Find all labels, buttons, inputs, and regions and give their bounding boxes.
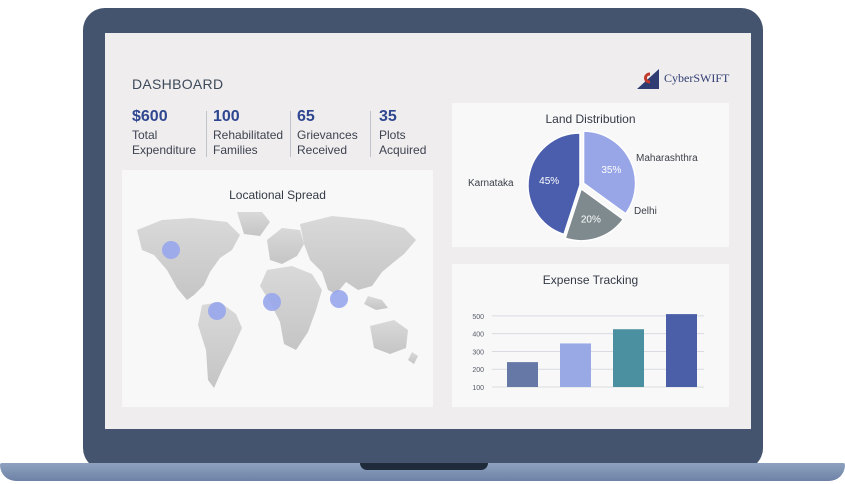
kpi-divider (370, 111, 371, 157)
kpi-label: Total (132, 128, 158, 142)
expense-bar[interactable] (666, 314, 697, 387)
expense-tracking-card: Expense Tracking 100 200 300 400 500 (452, 264, 729, 407)
pie-legend-label: Delhi (634, 206, 657, 217)
y-tick-label: 500 (472, 314, 484, 321)
brand-name: CyberSWIFT (664, 70, 730, 85)
kpi-total-expenditure: $600 Total Expenditure (132, 108, 196, 158)
dashboard-screen: DASHBOARD CyberSWIFT $600 Total Expendit… (105, 33, 751, 429)
map-marker-north-america[interactable] (162, 241, 180, 259)
map-marker-africa[interactable] (263, 293, 281, 311)
kpi-value: 100 (213, 108, 240, 125)
expense-bar-chart: 100 200 300 400 500 (472, 314, 704, 392)
brand-logo[interactable]: CyberSWIFT (635, 65, 729, 91)
map-marker-south-america[interactable] (208, 302, 226, 320)
land-distribution-card: Land Distribution 35% 20% 45% Maharashthra… (452, 103, 729, 247)
kpi-value: 65 (297, 108, 315, 125)
pie-legend-label: Maharashthra (636, 153, 698, 164)
y-tick-label: 300 (472, 349, 484, 356)
kpi-value: $600 (132, 108, 168, 125)
cyberswift-logo-icon (637, 69, 659, 89)
kpi-value: 35 (379, 108, 397, 125)
new-zealand-shape (408, 352, 418, 364)
pie-value-label: 35% (601, 165, 621, 176)
kpi-rehabilitated-families: 100 Rehabilitated Families (213, 108, 283, 158)
islands-shape (364, 296, 388, 310)
kpi-divider (290, 111, 291, 157)
expense-bar[interactable] (613, 329, 644, 387)
asia-shape (300, 216, 416, 294)
greenland-shape (237, 212, 270, 236)
pie-legend-label: Karnataka (468, 178, 514, 189)
kpi-label: Expenditure (132, 143, 197, 157)
pie-value-label: 45% (539, 176, 559, 187)
kpi-label: Received (297, 143, 348, 157)
kpi-grievances-received: 65 Grievances Received (297, 108, 358, 158)
kpi-label: Plots (379, 128, 406, 142)
laptop-notch (360, 463, 488, 470)
north-america-shape (137, 218, 240, 300)
card-title: Locational Spread (229, 188, 326, 202)
y-tick-label: 100 (472, 385, 484, 392)
kpi-label: Acquired (379, 143, 427, 157)
world-map (137, 212, 418, 388)
kpi-label: Rehabilitated (213, 128, 284, 142)
map-marker-india[interactable] (330, 290, 348, 308)
y-tick-label: 400 (472, 332, 484, 339)
kpi-label: Families (213, 143, 258, 157)
land-distribution-pie: 35% 20% 45% (527, 130, 637, 242)
pie-value-label: 20% (581, 214, 601, 225)
kpi-divider (206, 111, 207, 157)
europe-shape (267, 228, 304, 264)
y-tick-label: 200 (472, 367, 484, 374)
expense-bar[interactable] (507, 362, 538, 387)
page-title: DASHBOARD (132, 76, 224, 92)
kpi-plots-acquired: 35 Plots Acquired (379, 108, 426, 158)
expense-bar[interactable] (560, 343, 591, 387)
kpi-label: Grievances (297, 128, 358, 142)
locational-spread-card: Locational Spread (122, 170, 433, 407)
australia-shape (370, 320, 408, 354)
